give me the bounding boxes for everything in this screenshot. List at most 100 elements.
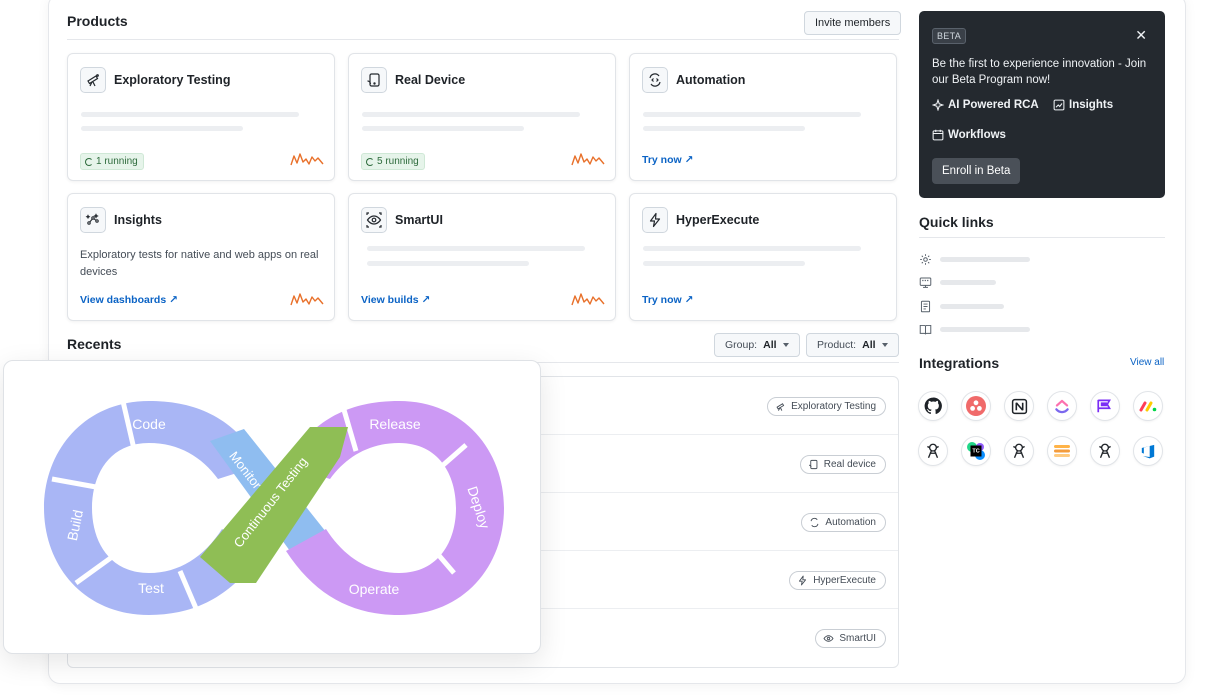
view-all-link[interactable]: View all — [1130, 357, 1164, 368]
device-icon — [361, 67, 387, 93]
quick-link-item[interactable] — [919, 276, 996, 289]
products-title: Products — [67, 13, 128, 29]
product-card-exploratory-testing[interactable]: Exploratory Testing 1 running — [67, 53, 335, 181]
jenkins-icon[interactable] — [1090, 436, 1120, 466]
product-filter-select[interactable]: Product: All — [806, 333, 899, 357]
beta-description: Be the first to experience innovation - … — [932, 58, 1147, 86]
product-tag: Real device — [799, 455, 886, 474]
try-now-link[interactable]: Try now ↗ — [642, 294, 693, 306]
skeleton-line — [643, 261, 805, 266]
devops-infinity-diagram: Code Build Test Release Deploy Operate M… — [44, 396, 504, 615]
flag-icon[interactable] — [1090, 391, 1120, 421]
quick-link-item[interactable] — [919, 300, 1004, 313]
beta-feature-insights: Insights — [1053, 99, 1113, 111]
product-tag-label: Automation — [825, 517, 876, 528]
card-title: Insights — [114, 213, 162, 227]
spinner-icon — [85, 157, 93, 166]
view-builds-link[interactable]: View builds ↗ — [361, 294, 430, 306]
asana-icon[interactable] — [961, 391, 991, 421]
skeleton-line — [81, 112, 299, 117]
product-tag-label: HyperExecute — [813, 575, 876, 586]
automation-icon — [811, 517, 819, 528]
card-title: Automation — [676, 73, 746, 87]
telescope-icon — [80, 67, 106, 93]
sparkline-icon — [571, 293, 605, 306]
product-card-automation[interactable]: Automation Try now ↗ — [629, 53, 897, 181]
ai-sparkle-icon — [932, 99, 944, 111]
github-icon[interactable] — [918, 391, 948, 421]
product-tag: Automation — [801, 513, 886, 532]
try-now-link[interactable]: Try now ↗ — [642, 154, 693, 166]
stage-label-code: Code — [132, 416, 166, 432]
clickup-icon[interactable] — [1047, 391, 1077, 421]
caret-down-icon — [881, 343, 888, 347]
api-icon — [919, 277, 932, 288]
recents-title: Recents — [67, 336, 122, 352]
view-dashboards-link[interactable]: View dashboards ↗ — [80, 294, 178, 306]
notion-icon[interactable] — [1004, 391, 1034, 421]
close-icon[interactable]: ✕ — [1135, 27, 1147, 44]
lightning-icon — [642, 207, 668, 233]
telescope-icon — [776, 403, 785, 411]
chart-icon — [1053, 99, 1065, 111]
spinner-icon — [366, 157, 374, 166]
insights-icon — [80, 207, 106, 233]
product-tag-label: Real device — [823, 459, 876, 470]
product-card-smartui[interactable]: SmartUI View builds ↗ — [348, 193, 616, 321]
stage-label-release: Release — [369, 416, 421, 432]
teamcity-icon[interactable]: TC — [961, 436, 991, 466]
skeleton-line — [940, 257, 1030, 262]
skeleton-line — [940, 304, 1004, 309]
lightning-icon — [799, 575, 807, 586]
group-filter-value: All — [763, 339, 777, 351]
stage-label-test: Test — [138, 580, 164, 596]
card-title: Real Device — [395, 73, 466, 87]
skeleton-line — [643, 246, 861, 251]
card-description: Exploratory tests for native and web app… — [80, 249, 319, 278]
quick-link-item[interactable] — [919, 253, 1030, 266]
skeleton-line — [643, 126, 805, 131]
beta-feature-label: AI Powered RCA — [948, 99, 1039, 111]
quick-link-item[interactable] — [919, 323, 1030, 336]
azure-icon[interactable] — [1133, 436, 1163, 466]
invite-members-button[interactable]: Invite members — [804, 11, 902, 35]
product-tag: Exploratory Testing — [767, 397, 886, 416]
product-filter-label: Product: — [817, 339, 857, 351]
calendar-icon — [932, 129, 944, 141]
product-tag-label: SmartUI — [839, 633, 876, 644]
docs-icon — [920, 300, 931, 313]
product-tag: SmartUI — [815, 629, 886, 648]
svg-text:TC: TC — [972, 449, 979, 455]
product-card-real-device[interactable]: Real Device 5 running — [348, 53, 616, 181]
sparkline-icon — [290, 153, 324, 166]
sparkline-icon — [290, 293, 324, 306]
quick-links-title: Quick links — [919, 214, 994, 230]
products-divider — [67, 39, 899, 40]
skeleton-line — [81, 126, 243, 131]
monday-icon[interactable] — [1133, 391, 1163, 421]
skeleton-line — [940, 280, 996, 285]
jenkins-icon[interactable] — [1004, 436, 1034, 466]
eye-icon — [823, 635, 834, 642]
eye-icon — [361, 207, 387, 233]
skeleton-line — [367, 246, 585, 251]
beta-feature-workflows: Workflows — [932, 129, 1006, 141]
beta-feature-label: Workflows — [948, 129, 1006, 141]
beta-badge: BETA — [932, 28, 967, 44]
product-card-insights[interactable]: Insights Exploratory tests for native an… — [67, 193, 335, 321]
running-badge: 1 running — [80, 153, 144, 170]
product-tag: HyperExecute — [789, 571, 886, 590]
product-card-hyperexecute[interactable]: HyperExecute Try now ↗ — [629, 193, 897, 321]
jenkins-icon[interactable] — [918, 436, 948, 466]
skeleton-line — [362, 126, 524, 131]
device-icon — [808, 459, 818, 470]
running-count: 5 running — [377, 156, 419, 167]
integrations-title: Integrations — [919, 355, 1000, 371]
enroll-beta-button[interactable]: Enroll in Beta — [932, 158, 1021, 184]
group-filter-select[interactable]: Group: All — [714, 333, 800, 357]
book-icon — [919, 324, 932, 335]
running-badge: 5 running — [361, 153, 425, 170]
skeleton-line — [367, 261, 529, 266]
product-filter-value: All — [862, 339, 876, 351]
stack-icon[interactable] — [1047, 436, 1077, 466]
